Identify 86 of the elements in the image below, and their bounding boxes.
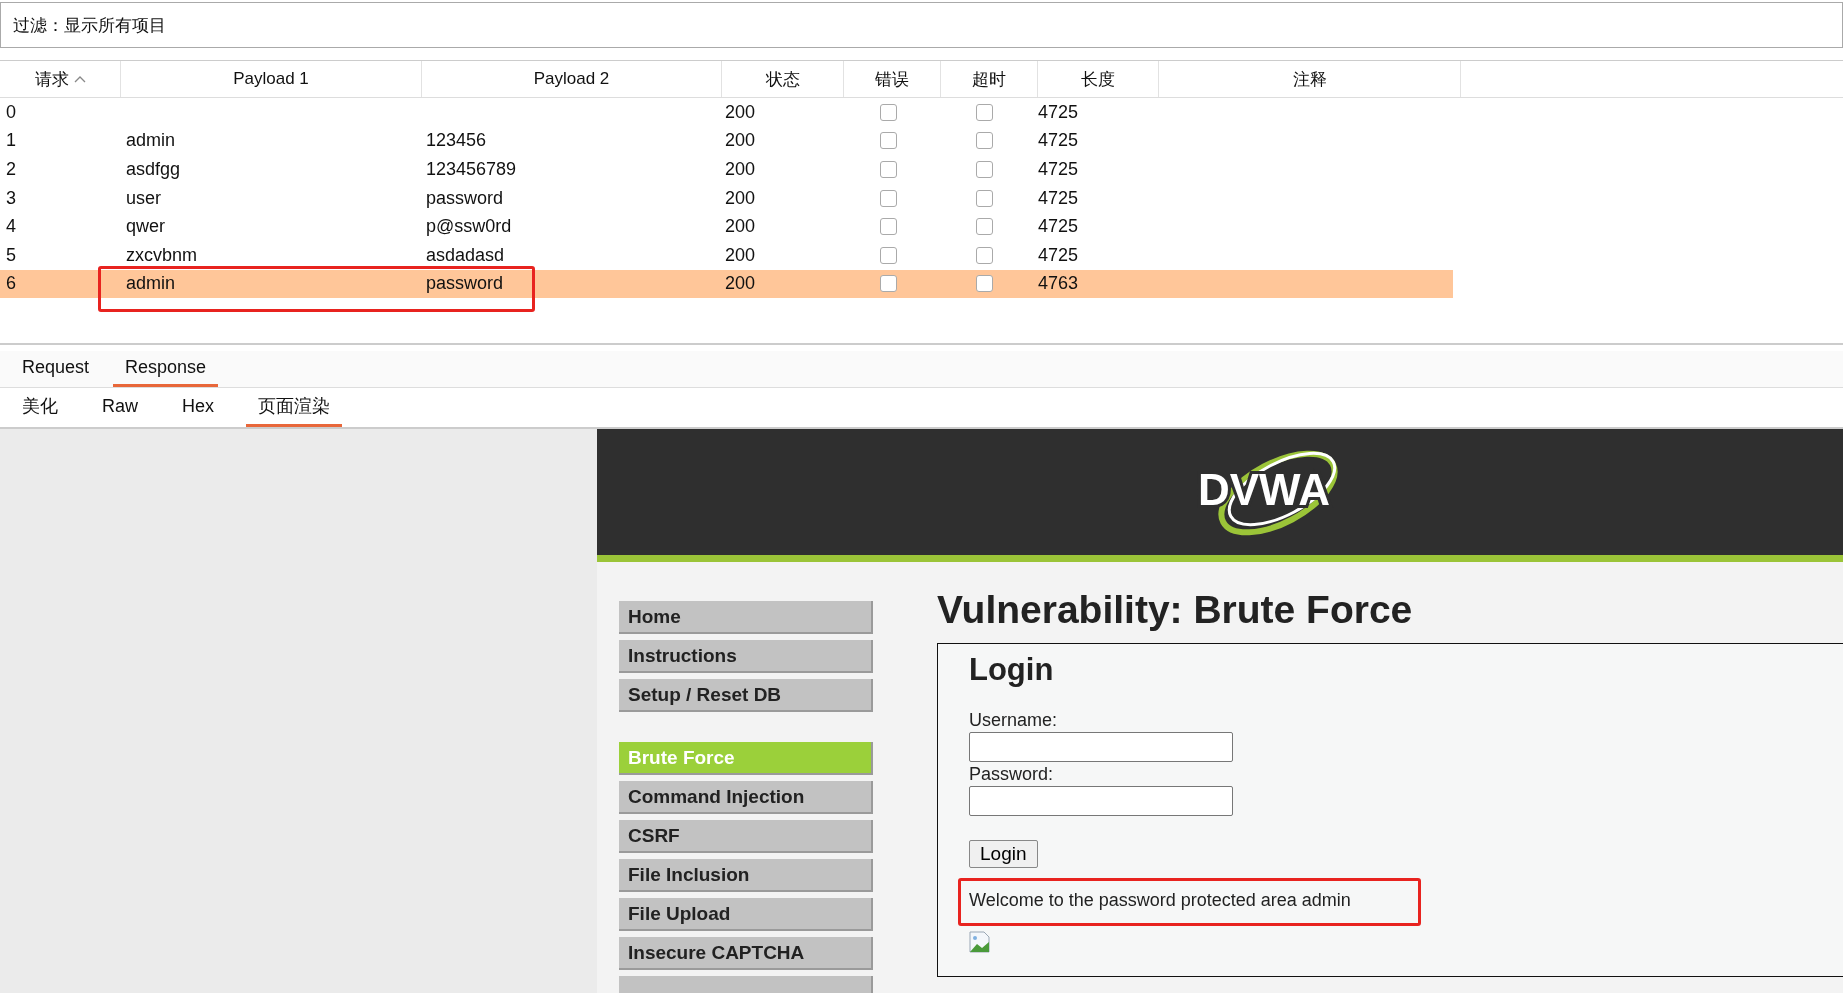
column-header[interactable]: 错误 <box>844 61 941 97</box>
page-heading: Vulnerability: Brute Force <box>937 587 1414 633</box>
table-cell: 4725 <box>1038 216 1079 238</box>
column-header[interactable]: 请求 <box>0 61 121 97</box>
table-cell: 200 <box>725 273 756 295</box>
checkbox[interactable] <box>975 189 993 207</box>
table-cell: 4725 <box>1038 187 1079 209</box>
menu-item[interactable]: Instructions <box>619 640 873 673</box>
menu-item[interactable]: File Inclusion <box>619 859 873 892</box>
table-cell: admin <box>126 273 176 295</box>
column-header[interactable]: 长度 <box>1038 61 1159 97</box>
table-cell: 4763 <box>1038 273 1079 295</box>
table-cell: 6 <box>6 273 16 295</box>
checkbox[interactable] <box>975 246 993 264</box>
table-cell: 123456789 <box>426 159 517 180</box>
table-cell: 200 <box>725 187 756 209</box>
checkbox[interactable] <box>879 275 897 293</box>
checkbox[interactable] <box>975 161 993 178</box>
table-row[interactable]: 3 user password 200 4725 <box>0 183 1453 213</box>
table-cell: 4725 <box>1038 101 1079 123</box>
table-cell: 123456 <box>426 130 487 152</box>
column-header[interactable]: 超时 <box>941 61 1038 97</box>
welcome-message: Welcome to the password protected area admin <box>969 890 1351 911</box>
tab[interactable]: Raw <box>90 388 150 427</box>
filter-label: 过滤：显示所有项目 <box>13 14 166 37</box>
checkbox[interactable] <box>879 132 897 150</box>
table-row[interactable]: 2 asdfgg 123456789 200 4725 <box>0 155 1453 184</box>
table-cell: 4725 <box>1038 159 1079 180</box>
login-title: Login <box>969 652 1055 688</box>
table-cell: p@ssw0rd <box>426 216 512 238</box>
table-cell: 5 <box>6 244 16 266</box>
checkbox[interactable] <box>879 103 897 121</box>
checkbox[interactable] <box>975 275 993 293</box>
field-label: Password: <box>969 764 1055 785</box>
table-cell: password <box>426 187 504 209</box>
table-cell: 200 <box>725 159 756 180</box>
tab[interactable]: 美化 <box>10 388 70 427</box>
menu-item[interactable]: Home <box>619 601 873 634</box>
table-row[interactable]: 0 200 4725 <box>0 98 1453 127</box>
table-cell: asdadasd <box>426 244 505 266</box>
tab[interactable]: Hex <box>170 388 227 427</box>
table-cell: 2 <box>6 159 16 180</box>
table-cell: user <box>126 187 161 209</box>
field-label: Username: <box>969 710 1059 731</box>
column-header[interactable]: Payload 2 <box>422 61 722 97</box>
table-cell: 4725 <box>1038 130 1079 152</box>
column-header[interactable]: 注释 <box>1159 61 1461 97</box>
table-cell: 200 <box>725 101 756 123</box>
table-cell: 4 <box>6 216 16 238</box>
checkbox[interactable] <box>879 161 897 178</box>
login-button[interactable]: Login <box>969 840 1038 868</box>
table-row[interactable]: 4 qwer p@ssw0rd 200 4725 <box>0 212 1453 241</box>
table-cell: 4725 <box>1038 244 1079 266</box>
column-header[interactable]: 状态 <box>722 61 844 97</box>
password-field[interactable] <box>969 786 1233 816</box>
checkbox[interactable] <box>975 218 993 236</box>
broken-image-icon <box>969 931 991 953</box>
menu-item[interactable]: Insecure CAPTCHA <box>619 937 873 970</box>
table-cell: 200 <box>725 216 756 238</box>
menu-item[interactable]: File Upload <box>619 898 873 931</box>
menu-item[interactable]: Setup / Reset DB <box>619 679 873 712</box>
table-cell: 200 <box>725 244 756 266</box>
table-cell: qwer <box>126 216 165 238</box>
tab[interactable]: Request <box>10 351 102 387</box>
table-cell: password <box>426 273 504 295</box>
tab[interactable]: Response <box>113 351 219 387</box>
table-cell: zxcvbnm <box>126 244 197 266</box>
checkbox[interactable] <box>879 218 897 236</box>
table-cell: 200 <box>725 130 756 152</box>
menu-item[interactable]: Command Injection <box>619 781 873 814</box>
column-header[interactable]: Payload 1 <box>121 61 422 97</box>
table-cell: 3 <box>6 187 16 209</box>
table-row[interactable]: 6 admin password 200 4763 <box>0 269 1453 299</box>
filter-bar[interactable]: 过滤：显示所有项目 <box>0 2 1843 48</box>
menu-item[interactable]: CSRF <box>619 820 873 853</box>
table-cell: 0 <box>6 101 16 123</box>
table-row[interactable]: 1 admin 123456 200 4725 <box>0 126 1453 156</box>
table-row[interactable]: 5 zxcvbnm asdadasd 200 4725 <box>0 240 1453 270</box>
checkbox[interactable] <box>879 246 897 264</box>
table-cell: asdfgg <box>126 159 181 180</box>
checkbox[interactable] <box>879 189 897 207</box>
username-field[interactable] <box>969 732 1233 762</box>
table-cell: admin <box>126 130 176 152</box>
checkbox[interactable] <box>975 132 993 150</box>
checkbox[interactable] <box>975 103 993 121</box>
table-cell: 1 <box>6 130 16 152</box>
